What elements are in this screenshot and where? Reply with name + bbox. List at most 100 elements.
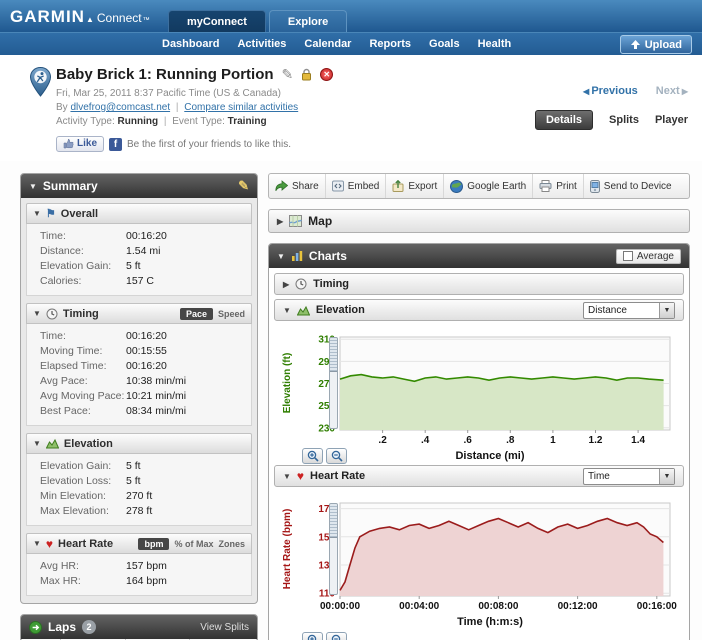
- upload-button[interactable]: Upload: [619, 35, 692, 54]
- nav-calendar[interactable]: Calendar: [304, 38, 351, 50]
- activity-toolbar: Share Embed Export Google Earth Print Se…: [268, 173, 690, 199]
- expand-icon[interactable]: ▶: [277, 217, 283, 226]
- collapse-icon[interactable]: ▼: [277, 252, 285, 261]
- nav-items: Dashboard Activities Calendar Reports Go…: [162, 38, 511, 50]
- tab-player[interactable]: Player: [655, 114, 688, 126]
- tab-splits[interactable]: Splits: [609, 114, 639, 126]
- summary-panel-header[interactable]: ▼ Summary ✎: [21, 174, 257, 198]
- nav-goals[interactable]: Goals: [429, 38, 460, 50]
- collapse-icon[interactable]: ▼: [33, 539, 41, 548]
- slider-handle[interactable]: [330, 504, 337, 538]
- nav-activities[interactable]: Activities: [237, 38, 286, 50]
- section-rows: Elevation Gain: 5 ft Elevation Loss: 5 ft …: [26, 454, 252, 526]
- print-button[interactable]: Print: [533, 174, 584, 198]
- previous-link[interactable]: ◀ Previous: [583, 85, 638, 97]
- stat-value: 5 ft: [126, 475, 141, 487]
- bpm-toggle[interactable]: bpm: [138, 537, 170, 550]
- send-to-device-button[interactable]: Send to Device: [584, 174, 678, 198]
- export-button[interactable]: Export: [386, 174, 445, 198]
- nav-health[interactable]: Health: [478, 38, 512, 50]
- summary-panel: ▼ Summary ✎ ▼ ⚑ Overall Time: 00:16:20 Di…: [20, 173, 258, 604]
- garmin-delta-icon: ▲: [85, 15, 94, 24]
- heart-rate-zoom-row: [300, 631, 680, 640]
- laps-panel: Laps 2 View Splits Split Time Distance A…: [20, 614, 258, 640]
- elevation-chart[interactable]: 230250270290310.2.4.6.8 1 1.2 1.4: [300, 331, 680, 447]
- collapse-icon[interactable]: ▼: [33, 209, 41, 218]
- section-heart-rate-header[interactable]: ▼ ♥ Heart Rate bpm % of Max Zones: [26, 533, 252, 554]
- zones-toggle[interactable]: Zones: [218, 539, 245, 549]
- vertical-zoom-slider[interactable]: [329, 337, 338, 429]
- facebook-like-button[interactable]: Like: [56, 136, 105, 152]
- laps-panel-header[interactable]: Laps 2 View Splits: [21, 615, 257, 639]
- vertical-zoom-slider[interactable]: [329, 503, 338, 595]
- section-overall-header[interactable]: ▼ ⚑ Overall: [26, 203, 252, 224]
- section-timing-header[interactable]: ▼ Timing Pace Speed: [26, 303, 252, 324]
- next-link[interactable]: Next ▶: [656, 85, 688, 97]
- collapse-icon[interactable]: ▼: [283, 306, 291, 315]
- edit-summary-icon[interactable]: ✎: [238, 178, 249, 194]
- stat-value: 00:16:20: [126, 330, 167, 342]
- stat-value: 157 C: [126, 275, 155, 287]
- like-text: Be the first of your friends to like thi…: [127, 138, 291, 150]
- average-checkbox[interactable]: [622, 251, 633, 261]
- stat-label: Elapsed Time:: [40, 360, 107, 372]
- tab-details[interactable]: Details: [534, 110, 594, 130]
- edit-title-icon[interactable]: ✎: [282, 66, 294, 83]
- pct-max-toggle[interactable]: % of Max: [174, 539, 213, 549]
- section-title: Heart Rate: [58, 537, 114, 550]
- map-panel-header[interactable]: ▶ Map: [268, 209, 690, 233]
- expand-icon[interactable]: ▶: [283, 280, 289, 289]
- nav-reports[interactable]: Reports: [369, 38, 411, 50]
- tab-explore[interactable]: Explore: [268, 10, 348, 32]
- bar-chart-icon: [291, 251, 303, 261]
- heart-rate-chart[interactable]: 11013015017000:00:00 00:04:00 00:08:00 00:1…: [300, 497, 680, 613]
- zoom-in-button[interactable]: [302, 448, 323, 464]
- heart-rate-chart-title: Heart Rate: [310, 470, 366, 482]
- view-splits-link[interactable]: View Splits: [200, 622, 249, 633]
- stat-label: Elevation Gain:: [40, 460, 112, 472]
- section-overall: ▼ ⚑ Overall Time: 00:16:20 Distance: 1.54 …: [26, 203, 252, 296]
- tab-myconnect[interactable]: myConnect: [168, 10, 266, 32]
- collapse-icon[interactable]: ▼: [33, 309, 41, 318]
- elevation-icon: [296, 305, 310, 315]
- nav-dashboard[interactable]: Dashboard: [162, 38, 219, 50]
- embed-button[interactable]: Embed: [326, 174, 387, 198]
- chevron-down-icon: ▼: [659, 302, 674, 318]
- pace-toggle[interactable]: Pace: [179, 307, 213, 320]
- elevation-chart-header[interactable]: ▼ Elevation Distance ▼: [274, 299, 684, 321]
- heart-rate-chart-header[interactable]: ▼ ♥ Heart Rate Time ▼: [274, 465, 684, 487]
- zoom-in-button[interactable]: [302, 632, 323, 640]
- stat-label: Avg Pace:: [40, 375, 88, 387]
- privacy-lock-icon[interactable]: [301, 68, 312, 81]
- compare-activities-link[interactable]: Compare similar activities: [184, 102, 298, 113]
- summary-title: Summary: [42, 179, 98, 193]
- svg-text:00:12:00: 00:12:00: [558, 601, 598, 612]
- timing-chart-header[interactable]: ▶ Timing: [274, 273, 684, 295]
- view-tabs: Details Splits Player: [534, 110, 688, 130]
- heart-rate-axis-dropdown[interactable]: Time ▼: [583, 467, 675, 485]
- owner-link[interactable]: dlvefrog@comcast.net: [70, 102, 170, 113]
- collapse-icon[interactable]: ▼: [29, 182, 37, 191]
- section-elevation-header[interactable]: ▼ Elevation: [26, 433, 252, 454]
- heart-rate-chart-block: Heart Rate (bpm) 110 130 150 170 00:00:00 00:…: [274, 491, 684, 640]
- stat-value: 10:38 min/mi: [126, 375, 187, 387]
- speed-toggle[interactable]: Speed: [218, 309, 245, 319]
- separator: |: [175, 102, 179, 113]
- collapse-icon[interactable]: ▼: [33, 439, 41, 448]
- share-button[interactable]: Share: [269, 174, 326, 198]
- collapse-icon[interactable]: ▼: [283, 472, 291, 481]
- charts-panel-header[interactable]: ▼ Charts Average: [269, 244, 689, 268]
- stat-value: 08:34 min/mi: [126, 405, 187, 417]
- laps-title: Laps: [48, 620, 77, 634]
- stat-value: 1.54 mi: [126, 245, 161, 257]
- delete-activity-icon[interactable]: ✕: [320, 68, 334, 81]
- slider-handle[interactable]: [330, 338, 337, 372]
- average-label: Average: [636, 250, 674, 262]
- zoom-out-button[interactable]: [326, 448, 347, 464]
- zoom-out-button[interactable]: [326, 632, 347, 640]
- elevation-axis-dropdown[interactable]: Distance ▼: [583, 301, 675, 319]
- stat-label: Distance:: [40, 245, 84, 257]
- laps-icon: [29, 620, 42, 634]
- google-earth-button[interactable]: Google Earth: [444, 174, 534, 198]
- zoom-controls: [302, 448, 347, 464]
